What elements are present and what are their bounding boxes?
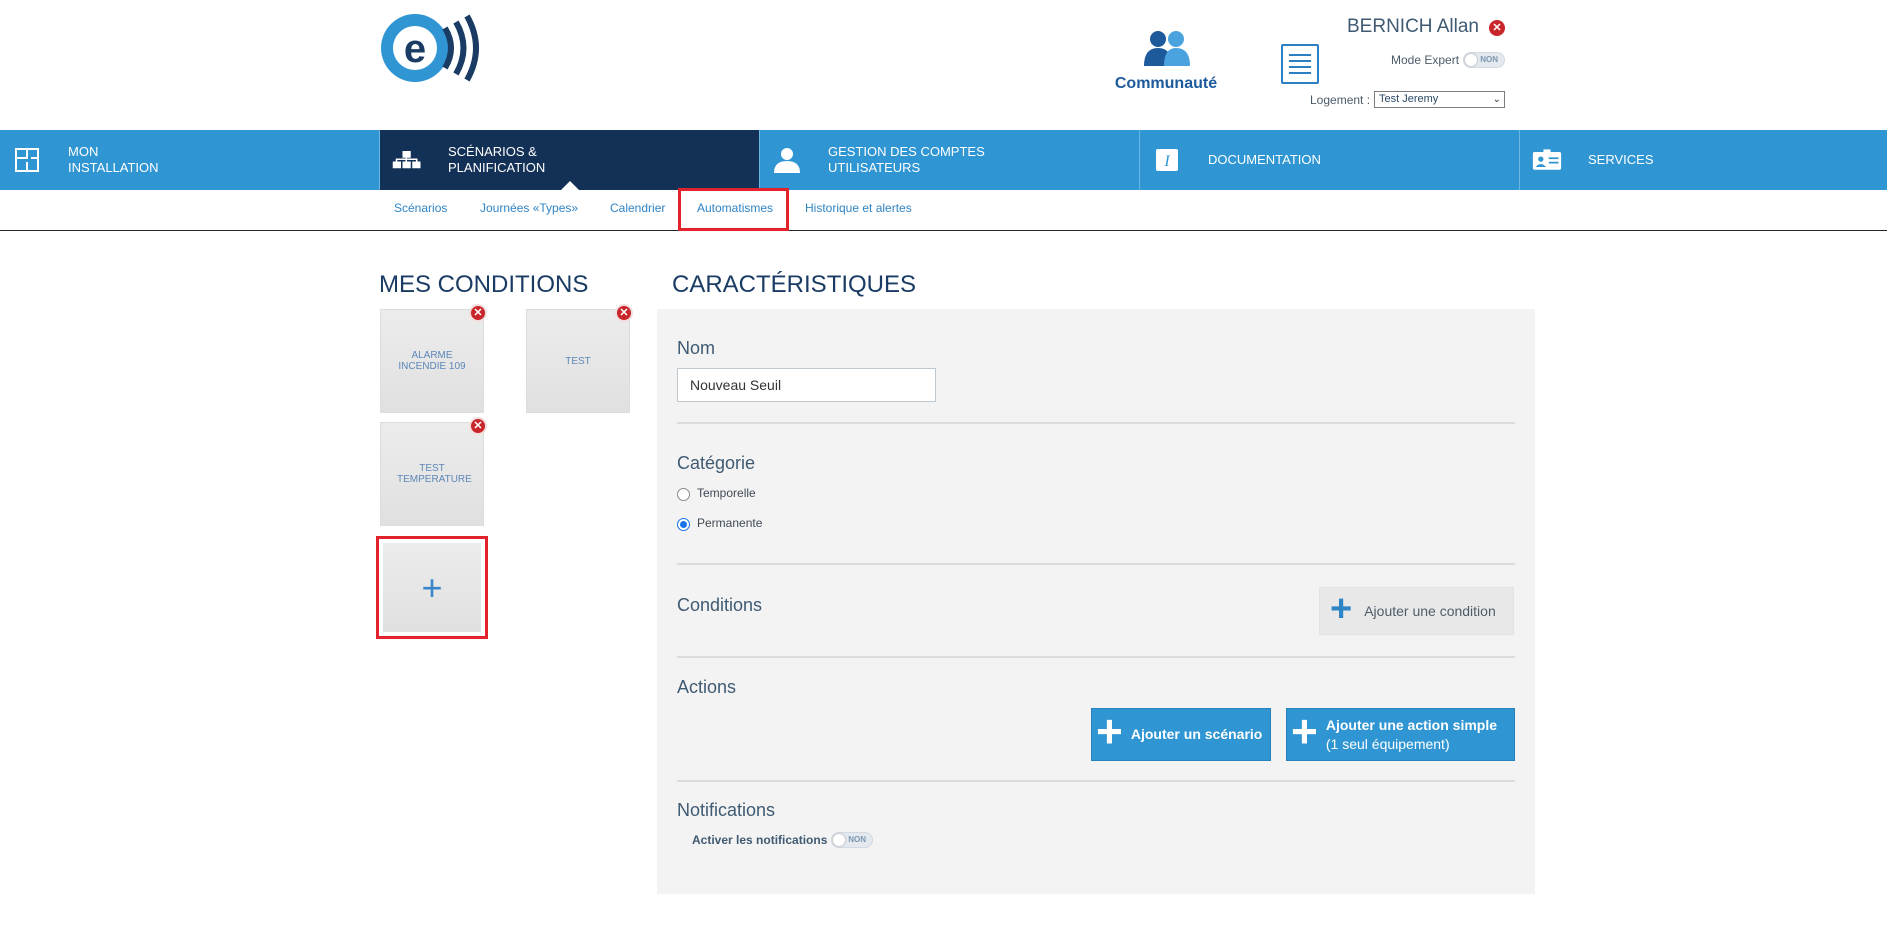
nav-documentation[interactable]: i DOCUMENTATION <box>1140 130 1520 190</box>
notifications-label: Notifications <box>677 800 776 820</box>
chevron-down-icon: ⌄ <box>1492 94 1501 105</box>
logout-icon[interactable]: ✕ <box>1489 20 1505 36</box>
community-label: Communauté <box>1114 75 1218 92</box>
brand-logo[interactable]: e <box>379 12 483 84</box>
condition-card-label: TEST TEMPERATURE <box>397 463 472 485</box>
community-link[interactable]: Communauté <box>1108 30 1224 92</box>
community-users-icon <box>1144 31 1190 66</box>
nav-label-line2: PLANIFICATION <box>448 160 546 175</box>
conditions-title: MES CONDITIONS <box>379 271 589 298</box>
condition-card[interactable]: ALARME INCENDIE 109 <box>380 309 484 413</box>
plus-icon: + <box>1096 705 1123 757</box>
subnav-scenarios[interactable]: Scénarios <box>394 201 447 215</box>
divider <box>677 780 1515 782</box>
add-condition-button[interactable]: + Ajouter une condition <box>1319 587 1514 635</box>
divider <box>677 563 1515 565</box>
name-label: Nom <box>677 338 716 358</box>
scenario-network-icon <box>392 147 422 173</box>
add-simple-action-button[interactable]: + Ajouter une action simple (1 seul équi… <box>1286 708 1515 761</box>
characteristics-title: CARACTÉRISTIQUES <box>672 271 917 298</box>
divider <box>677 422 1515 424</box>
logement-label: Logement : <box>1310 93 1371 107</box>
automatismes-highlight <box>678 188 789 231</box>
nav-label-line1: GESTION DES COMPTES <box>828 144 985 159</box>
condition-card[interactable]: TEST TEMPERATURE <box>380 422 484 526</box>
mode-expert-toggle[interactable]: NON <box>1463 52 1505 68</box>
nav-label-line2: UTILISATEURS <box>828 160 921 175</box>
plus-icon: + <box>1330 587 1353 630</box>
radio-temporelle-label: Temporelle <box>697 486 756 500</box>
id-card-icon <box>1532 147 1562 173</box>
subnav-journees-types[interactable]: Journées «Types» <box>480 201 578 215</box>
subnav-historique-alertes[interactable]: Historique et alertes <box>805 201 912 215</box>
app-root: e Communauté BERNICH Allan ✕ Mode Expert… <box>0 0 1887 929</box>
conditions-label: Conditions <box>677 595 763 615</box>
radio-permanente[interactable] <box>677 518 690 531</box>
condition-card-label: TEST <box>565 355 591 367</box>
condition-card[interactable]: TEST <box>526 309 630 413</box>
nav-gestion-comptes[interactable]: GESTION DES COMPTES UTILISATEURS <box>760 130 1140 190</box>
document-list-icon[interactable] <box>1281 44 1319 84</box>
nav-label-line1: SCÉNARIOS & <box>448 144 537 159</box>
nav-label-line1: MON <box>68 144 99 159</box>
add-condition-card[interactable]: + <box>376 536 488 639</box>
nav-label-line1: SERVICES <box>1588 152 1654 167</box>
user-name: BERNICH Allan <box>1347 16 1479 37</box>
condition-card-label: ALARME INCENDIE 109 <box>398 350 466 372</box>
user-icon <box>772 147 802 173</box>
floor-plan-icon <box>12 147 42 173</box>
nav-label-line1: DOCUMENTATION <box>1208 152 1321 167</box>
actions-label: Actions <box>677 677 737 697</box>
logement-value: Test Jeremy <box>1379 93 1439 105</box>
delete-condition-icon[interactable]: ✕ <box>469 304 487 322</box>
plus-icon: + <box>1291 705 1318 757</box>
category-label: Catégorie <box>677 453 756 473</box>
nav-services[interactable]: SERVICES <box>1520 130 1887 190</box>
info-icon: i <box>1152 147 1182 173</box>
mode-expert-state: NON <box>1480 55 1498 64</box>
radio-permanente-label: Permanente <box>697 516 763 530</box>
svg-text:i: i <box>1163 153 1170 170</box>
name-input[interactable]: Nouveau Seuil <box>677 368 936 402</box>
add-scenario-label: Ajouter un scénario <box>1130 726 1263 742</box>
main-nav: MON INSTALLATION SCÉNARIOS & PLANIFICATI… <box>0 130 1887 191</box>
sub-nav: Scénarios Journées «Types» Calendrier Au… <box>0 190 1887 231</box>
nav-mon-installation[interactable]: MON INSTALLATION <box>0 130 380 190</box>
add-scenario-button[interactable]: + Ajouter un scénario <box>1091 708 1271 761</box>
nav-scenarios-planification[interactable]: SCÉNARIOS & PLANIFICATION <box>380 130 760 191</box>
radio-temporelle[interactable] <box>677 488 690 501</box>
add-simple-action-label: Ajouter une action simple <box>1325 716 1498 733</box>
logement-select[interactable]: Test Jeremy ⌄ <box>1374 91 1505 108</box>
delete-condition-icon[interactable]: ✕ <box>469 417 487 435</box>
mode-expert-label: Mode Expert <box>1391 53 1460 67</box>
delete-condition-icon[interactable]: ✕ <box>615 304 633 322</box>
subnav-calendrier[interactable]: Calendrier <box>610 201 665 215</box>
add-condition-label: Ajouter une condition <box>1364 603 1496 619</box>
divider <box>677 656 1515 658</box>
notifications-state: NON <box>848 835 866 844</box>
add-simple-action-sublabel: (1 seul équipement) <box>1325 735 1450 752</box>
activate-notifications-label: Activer les notifications <box>692 833 828 847</box>
nav-label-line2: INSTALLATION <box>68 160 159 175</box>
notifications-toggle[interactable]: NON <box>831 832 873 848</box>
plus-icon: + <box>383 543 481 632</box>
svg-text:e: e <box>404 27 426 71</box>
